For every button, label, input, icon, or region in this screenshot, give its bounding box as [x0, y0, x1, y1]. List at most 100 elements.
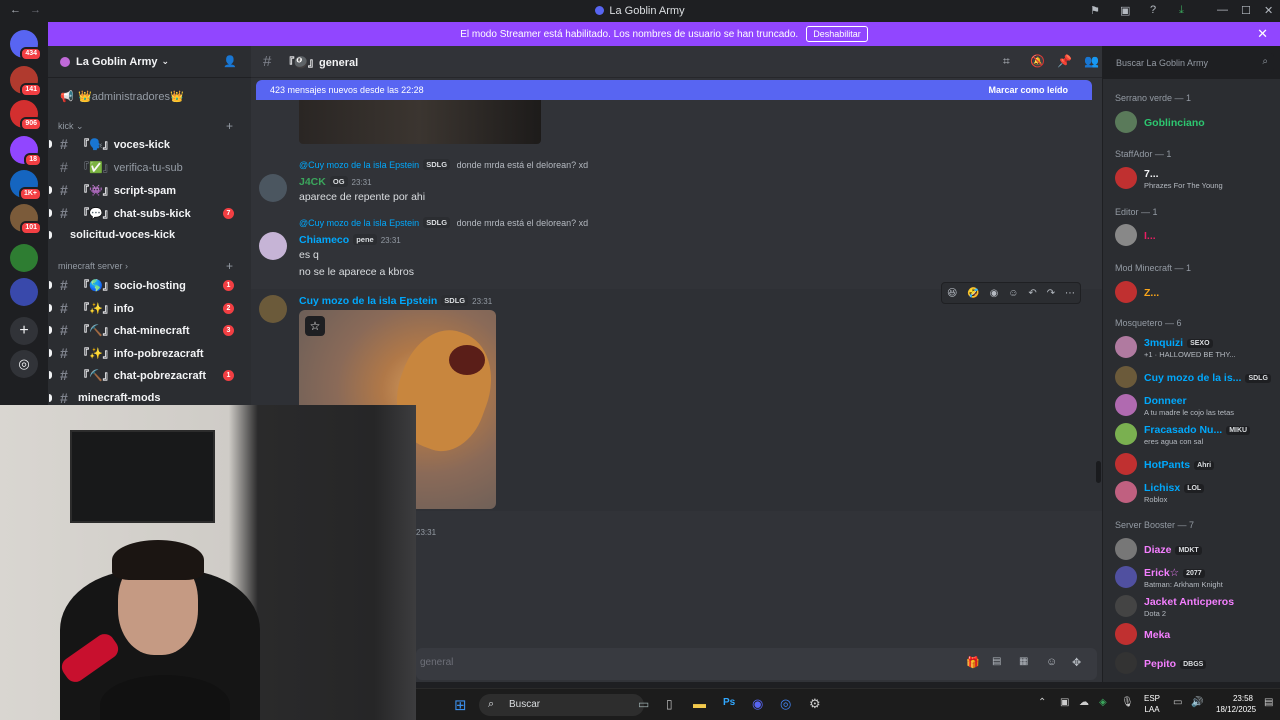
- member-item[interactable]: Meka: [1115, 621, 1275, 651]
- tray-icon[interactable]: ▣: [1060, 697, 1069, 708]
- add-channel-icon[interactable]: +: [226, 119, 233, 133]
- server-icon[interactable]: 434: [10, 30, 42, 61]
- member-item[interactable]: HotPants Ahri: [1115, 451, 1275, 481]
- member-item[interactable]: Diaze MDKT: [1115, 536, 1275, 566]
- forward-icon[interactable]: ↷: [1047, 288, 1055, 299]
- member-item[interactable]: Lichisx LOL Roblox: [1115, 479, 1275, 509]
- server-icon[interactable]: 18: [10, 136, 42, 167]
- mark-read-button[interactable]: Marcar como leído: [988, 85, 1068, 95]
- reply-preview[interactable]: @Cuy mozo de la isla Epstein SDLG donde m…: [299, 217, 588, 228]
- message-author[interactable]: Cuy mozo de la isla Epstein SDLG 23:31: [299, 295, 492, 307]
- threads-icon[interactable]: ⌗: [1003, 54, 1010, 69]
- member-item[interactable]: Goblinciano: [1115, 109, 1275, 139]
- apps-icon[interactable]: ✥: [1072, 656, 1081, 669]
- server-icon[interactable]: 101: [10, 204, 42, 235]
- sidebar-item-administradores[interactable]: 📢 👑administradores👑: [56, 86, 246, 106]
- member-item[interactable]: 3mquizi SEXO +1 · HALLOWED BE THY...: [1115, 334, 1275, 364]
- clock[interactable]: 23:58 18/12/2025: [1216, 693, 1256, 715]
- help-icon[interactable]: ?: [1150, 4, 1156, 16]
- notification-icon[interactable]: ▤: [1264, 697, 1273, 708]
- volume-icon[interactable]: 🔊: [1191, 697, 1203, 708]
- disable-streamer-button[interactable]: Deshabilitar: [806, 26, 868, 42]
- pin-icon[interactable]: 📌: [1057, 54, 1072, 68]
- member-item[interactable]: Pepito DBGS: [1115, 650, 1275, 680]
- category-minecraft[interactable]: minecraft server › +: [58, 259, 233, 273]
- language-indicator[interactable]: ESP LAA: [1144, 693, 1160, 715]
- new-messages-bar[interactable]: 423 mensajes nuevos desde las 22:28 Marc…: [256, 80, 1092, 100]
- download-icon[interactable]: ⤓: [1179, 4, 1184, 17]
- emoji-icon[interactable]: ☺: [1046, 656, 1057, 668]
- search-input[interactable]: Buscar La Goblin Army ⌕: [1110, 53, 1274, 72]
- sidebar-item-channel[interactable]: # 『👾』script-spam: [49, 180, 246, 200]
- scrollbar[interactable]: [1096, 461, 1101, 483]
- server-icon[interactable]: [10, 244, 38, 272]
- sidebar-item-channel[interactable]: # 『🗣️』voces-kick: [49, 134, 246, 154]
- message-author[interactable]: Chiameco pene 23:31: [299, 234, 401, 246]
- avatar[interactable]: [259, 295, 287, 323]
- sidebar-item-channel[interactable]: # 『✅』verifica-tu-sub: [56, 157, 246, 177]
- photoshop-icon[interactable]: Ps: [723, 697, 735, 708]
- server-icon[interactable]: 141: [10, 66, 42, 97]
- sidebar-item-channel[interactable]: # 『✨』info-pobrezacraft: [49, 343, 246, 363]
- member-item[interactable]: Donneer A tu madre le cojo las tetas: [1115, 392, 1275, 422]
- category-kick[interactable]: kick ⌄ +: [58, 119, 233, 133]
- sidebar-item-channel[interactable]: # 『⛏️』chat-pobrezacraft 1: [49, 365, 246, 385]
- sticker-icon[interactable]: ▦: [1019, 656, 1028, 667]
- screen-icon[interactable]: ▣: [1120, 4, 1130, 17]
- close-window-icon[interactable]: ✕: [1264, 4, 1273, 17]
- server-icon[interactable]: [10, 278, 38, 306]
- member-item[interactable]: Fracasado Nu... MIKU eres agua con sal: [1115, 421, 1275, 451]
- folder-icon[interactable]: ▬: [693, 696, 706, 711]
- flag-icon[interactable]: ⚑: [1090, 4, 1100, 17]
- emoji-reaction-icon[interactable]: 🤣: [967, 288, 979, 299]
- member-item[interactable]: 7... Phrazes For The Young: [1115, 165, 1275, 195]
- discover-icon[interactable]: ◎: [10, 350, 38, 378]
- message-composer[interactable]: general 🎁 ▤ ▦ ☺ ✥: [416, 648, 1097, 680]
- more-icon[interactable]: ⋯: [1065, 288, 1075, 299]
- message-author[interactable]: J4CK OG 23:31: [299, 176, 372, 188]
- add-channel-icon[interactable]: +: [226, 259, 233, 273]
- task-view-icon[interactable]: ▭: [638, 697, 649, 711]
- gift-icon[interactable]: 🎁: [966, 656, 980, 669]
- server-icon[interactable]: 1K+: [10, 170, 42, 201]
- previous-image[interactable]: [299, 100, 541, 144]
- minimize-icon[interactable]: —: [1217, 4, 1228, 16]
- taskbar-search[interactable]: ⌕ Buscar: [479, 694, 644, 716]
- close-icon[interactable]: ✕: [1257, 26, 1268, 42]
- emoji-reaction-icon[interactable]: 😆: [947, 288, 957, 299]
- gif-icon[interactable]: ▤: [992, 656, 1001, 667]
- avatar[interactable]: [259, 174, 287, 202]
- app-icon[interactable]: ▯: [666, 697, 673, 711]
- server-icon[interactable]: 906: [10, 100, 42, 131]
- reply-icon[interactable]: ↶: [1028, 288, 1036, 299]
- tray-chevron-icon[interactable]: ⌃: [1038, 697, 1046, 708]
- add-member-icon[interactable]: 👤: [223, 55, 237, 68]
- member-item[interactable]: Erick☆ 2077 Batman: Arkham Knight: [1115, 564, 1275, 594]
- network-icon[interactable]: ▭: [1173, 697, 1182, 708]
- member-item[interactable]: I...: [1115, 222, 1275, 252]
- sidebar-item-channel[interactable]: # 『✨』info 2: [49, 298, 246, 318]
- add-reaction-icon[interactable]: ☺: [1008, 288, 1018, 299]
- chrome-icon[interactable]: ◎: [780, 696, 791, 712]
- members-icon[interactable]: 👥: [1084, 54, 1099, 68]
- member-item[interactable]: Z...: [1115, 279, 1275, 309]
- reply-preview[interactable]: @Cuy mozo de la isla Epstein SDLG donde m…: [299, 159, 588, 170]
- sidebar-item-channel[interactable]: solicitud-voces-kick: [49, 225, 246, 245]
- windows-start-icon[interactable]: ⊞: [454, 696, 467, 714]
- discord-icon[interactable]: ◉: [752, 696, 763, 712]
- member-item[interactable]: Cuy mozo de la is... SDLG: [1115, 364, 1275, 394]
- star-icon[interactable]: ☆: [305, 316, 325, 336]
- sidebar-item-channel[interactable]: # 『🌎』socio-hosting 1: [49, 275, 246, 295]
- avatar[interactable]: [259, 232, 287, 260]
- emoji-reaction-icon[interactable]: ◉: [990, 288, 999, 299]
- server-header[interactable]: La Goblin Army ⌄ 👤: [48, 46, 251, 78]
- member-item[interactable]: Jacket Anticperos Dota 2: [1115, 593, 1275, 623]
- maximize-icon[interactable]: ☐: [1241, 4, 1251, 17]
- tray-icon[interactable]: ☁: [1079, 697, 1089, 708]
- steam-icon[interactable]: ⚙: [809, 696, 821, 712]
- add-server-icon[interactable]: +: [10, 317, 38, 345]
- sidebar-item-channel[interactable]: # 『⛏️』chat-minecraft 3: [49, 320, 246, 340]
- microphone-icon[interactable]: 🎙: [1121, 697, 1134, 708]
- tray-icon[interactable]: ◈: [1099, 697, 1107, 708]
- sidebar-item-channel[interactable]: # 『💬』chat-subs-kick 7: [49, 203, 246, 223]
